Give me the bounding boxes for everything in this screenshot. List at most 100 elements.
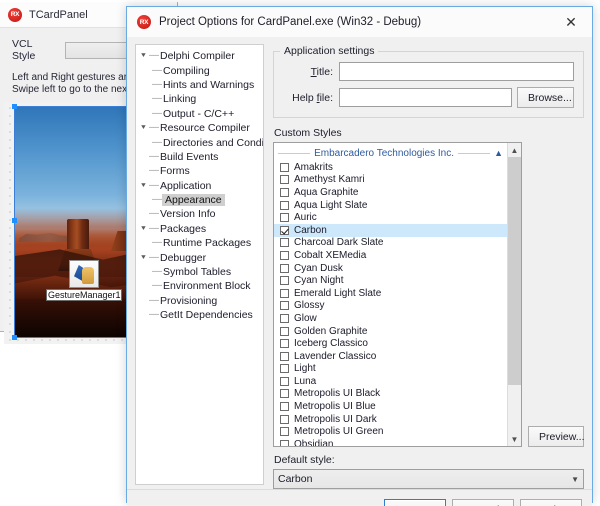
scroll-up-arrow[interactable]: ▲ bbox=[508, 143, 521, 157]
list-item[interactable]: Aqua Graphite bbox=[274, 186, 507, 199]
style-checkbox[interactable] bbox=[280, 250, 289, 260]
tree-item-forms[interactable]: — Forms bbox=[136, 164, 263, 178]
tree-item-provisioning[interactable]: — Provisioning bbox=[136, 294, 263, 308]
list-item[interactable]: Metropolis UI Black bbox=[274, 388, 507, 401]
style-checkbox[interactable] bbox=[280, 213, 289, 223]
tree-item-linking[interactable]: — Linking bbox=[136, 92, 263, 106]
help-button[interactable]: Help bbox=[520, 498, 582, 506]
chevron-down-icon[interactable]: ⯆ bbox=[138, 52, 149, 60]
list-item[interactable]: Aqua Light Slate bbox=[274, 199, 507, 212]
chevron-down-icon[interactable]: ⯆ bbox=[138, 224, 149, 233]
style-checkbox[interactable] bbox=[280, 200, 289, 210]
style-checkbox[interactable] bbox=[280, 339, 289, 349]
browse-button[interactable]: Browse... bbox=[517, 87, 574, 108]
list-item[interactable]: Lavender Classico bbox=[274, 350, 507, 363]
tree-item-application[interactable]: ⯆ — Application bbox=[136, 179, 263, 193]
list-item[interactable]: Metropolis UI Green bbox=[274, 425, 507, 438]
tree-item-output-c-cpp[interactable]: — Output - C/C++ bbox=[136, 107, 263, 121]
list-item[interactable]: Cyan Night bbox=[274, 274, 507, 287]
ok-button[interactable]: OK bbox=[384, 498, 446, 506]
list-item[interactable]: Cyan Dusk bbox=[274, 262, 507, 275]
help-file-input[interactable] bbox=[339, 88, 512, 107]
style-checkbox[interactable] bbox=[280, 288, 289, 298]
custom-styles-listbox[interactable]: Embarcadero Technologies Inc. ▲ Amakrits… bbox=[273, 142, 522, 447]
styles-group-header[interactable]: Embarcadero Technologies Inc. ▲ bbox=[274, 146, 507, 161]
tree-item-hints-and-warnings[interactable]: — Hints and Warnings bbox=[136, 78, 263, 92]
style-checkbox-checked[interactable] bbox=[280, 225, 289, 235]
selection-handle[interactable] bbox=[12, 335, 17, 340]
tree-item-version-info[interactable]: — Version Info bbox=[136, 207, 263, 221]
list-item[interactable]: Cobalt XEMedia bbox=[274, 249, 507, 262]
list-item-selected[interactable]: Carbon bbox=[274, 223, 507, 237]
selection-handle[interactable] bbox=[12, 218, 17, 223]
style-checkbox[interactable] bbox=[280, 364, 289, 374]
style-checkbox[interactable] bbox=[280, 351, 289, 361]
tree-item-environment-block[interactable]: — Environment Block bbox=[136, 279, 263, 293]
style-checkbox[interactable] bbox=[280, 389, 289, 399]
tree-item-runtime-packages[interactable]: — Runtime Packages bbox=[136, 236, 263, 250]
style-checkbox[interactable] bbox=[280, 427, 289, 437]
tree-item-build-events[interactable]: — Build Events bbox=[136, 150, 263, 164]
selection-handle[interactable] bbox=[12, 104, 17, 109]
style-checkbox[interactable] bbox=[280, 162, 289, 172]
preview-button[interactable]: Preview... bbox=[528, 426, 585, 447]
list-item-label: Glow bbox=[294, 312, 317, 324]
tree-item-getit-dependencies[interactable]: — GetIt Dependencies bbox=[136, 308, 263, 322]
list-item[interactable]: Glow bbox=[274, 312, 507, 325]
tree-connector: — bbox=[152, 280, 162, 292]
tree-item-directories-and-conditionals[interactable]: — Directories and Conditionals bbox=[136, 135, 263, 149]
tree-item-compiling[interactable]: — Compiling bbox=[136, 63, 263, 77]
style-checkbox[interactable] bbox=[280, 326, 289, 336]
options-tree[interactable]: ⯆ — Delphi Compiler — Compiling — Hints … bbox=[135, 44, 264, 485]
project-options-dialog[interactable]: RX Project Options for CardPanel.exe (Wi… bbox=[126, 6, 593, 506]
tree-item-delphi-compiler[interactable]: ⯆ — Delphi Compiler bbox=[136, 49, 263, 63]
chevron-down-icon[interactable]: ⯆ bbox=[138, 124, 149, 132]
list-item[interactable]: Charcoal Dark Slate bbox=[274, 237, 507, 250]
style-checkbox[interactable] bbox=[280, 263, 289, 273]
style-checkbox[interactable] bbox=[280, 187, 289, 197]
style-checkbox[interactable] bbox=[280, 414, 289, 424]
tree-item-appearance[interactable]: — Appearance bbox=[136, 193, 263, 207]
list-item[interactable]: Metropolis UI Dark bbox=[274, 413, 507, 426]
dialog-titlebar[interactable]: RX Project Options for CardPanel.exe (Wi… bbox=[127, 7, 592, 38]
scrollbar-thumb[interactable] bbox=[508, 157, 521, 385]
list-item[interactable]: Emerald Light Slate bbox=[274, 287, 507, 300]
scroll-down-arrow[interactable]: ▼ bbox=[508, 432, 521, 446]
list-item[interactable]: Luna bbox=[274, 375, 507, 388]
list-item[interactable]: Amethyst Kamri bbox=[274, 174, 507, 187]
chevron-down-icon[interactable]: ⯆ bbox=[138, 181, 149, 190]
style-checkbox[interactable] bbox=[280, 175, 289, 185]
list-item[interactable]: Metropolis UI Blue bbox=[274, 400, 507, 413]
cancel-button[interactable]: Cancel bbox=[452, 498, 514, 506]
list-item[interactable]: Auric bbox=[274, 211, 507, 224]
style-checkbox[interactable] bbox=[280, 439, 289, 446]
gesture-manager-component[interactable]: GestureManager1 bbox=[46, 260, 122, 301]
list-item[interactable]: Iceberg Classico bbox=[274, 337, 507, 350]
list-item[interactable]: Amakrits bbox=[274, 161, 507, 174]
tree-item-symbol-tables[interactable]: — Symbol Tables bbox=[136, 265, 263, 279]
tree-item-debugger[interactable]: ⯆ — Debugger bbox=[136, 250, 263, 264]
style-checkbox[interactable] bbox=[280, 301, 289, 311]
chevron-up-icon[interactable]: ▲ bbox=[494, 148, 503, 158]
title-input[interactable] bbox=[339, 62, 574, 81]
tree-item-label: Application bbox=[160, 179, 212, 192]
list-item[interactable]: Golden Graphite bbox=[274, 325, 507, 338]
list-item[interactable]: Obsidian bbox=[274, 438, 507, 446]
style-checkbox[interactable] bbox=[280, 376, 289, 386]
close-icon[interactable]: ✕ bbox=[550, 7, 592, 37]
chevron-down-icon[interactable]: ▼ bbox=[571, 475, 579, 484]
scrollbar-track[interactable] bbox=[508, 157, 521, 432]
list-item[interactable]: Light bbox=[274, 363, 507, 376]
style-checkbox[interactable] bbox=[280, 402, 289, 412]
styles-scrollbar[interactable]: ▲ ▼ bbox=[507, 143, 521, 446]
tree-item-packages[interactable]: ⯆ — Packages bbox=[136, 222, 263, 236]
style-checkbox[interactable] bbox=[280, 313, 289, 323]
tree-item-resource-compiler[interactable]: ⯆ — Resource Compiler bbox=[136, 121, 263, 135]
chevron-down-icon[interactable]: ⯆ bbox=[138, 253, 149, 262]
list-item-label: Cyan Night bbox=[294, 275, 344, 287]
style-checkbox[interactable] bbox=[280, 238, 289, 248]
style-checkbox[interactable] bbox=[280, 276, 289, 286]
default-style-combobox[interactable]: Carbon ▼ bbox=[273, 469, 584, 489]
list-item[interactable]: Glossy bbox=[274, 300, 507, 313]
tree-item-label: Linking bbox=[163, 93, 197, 106]
